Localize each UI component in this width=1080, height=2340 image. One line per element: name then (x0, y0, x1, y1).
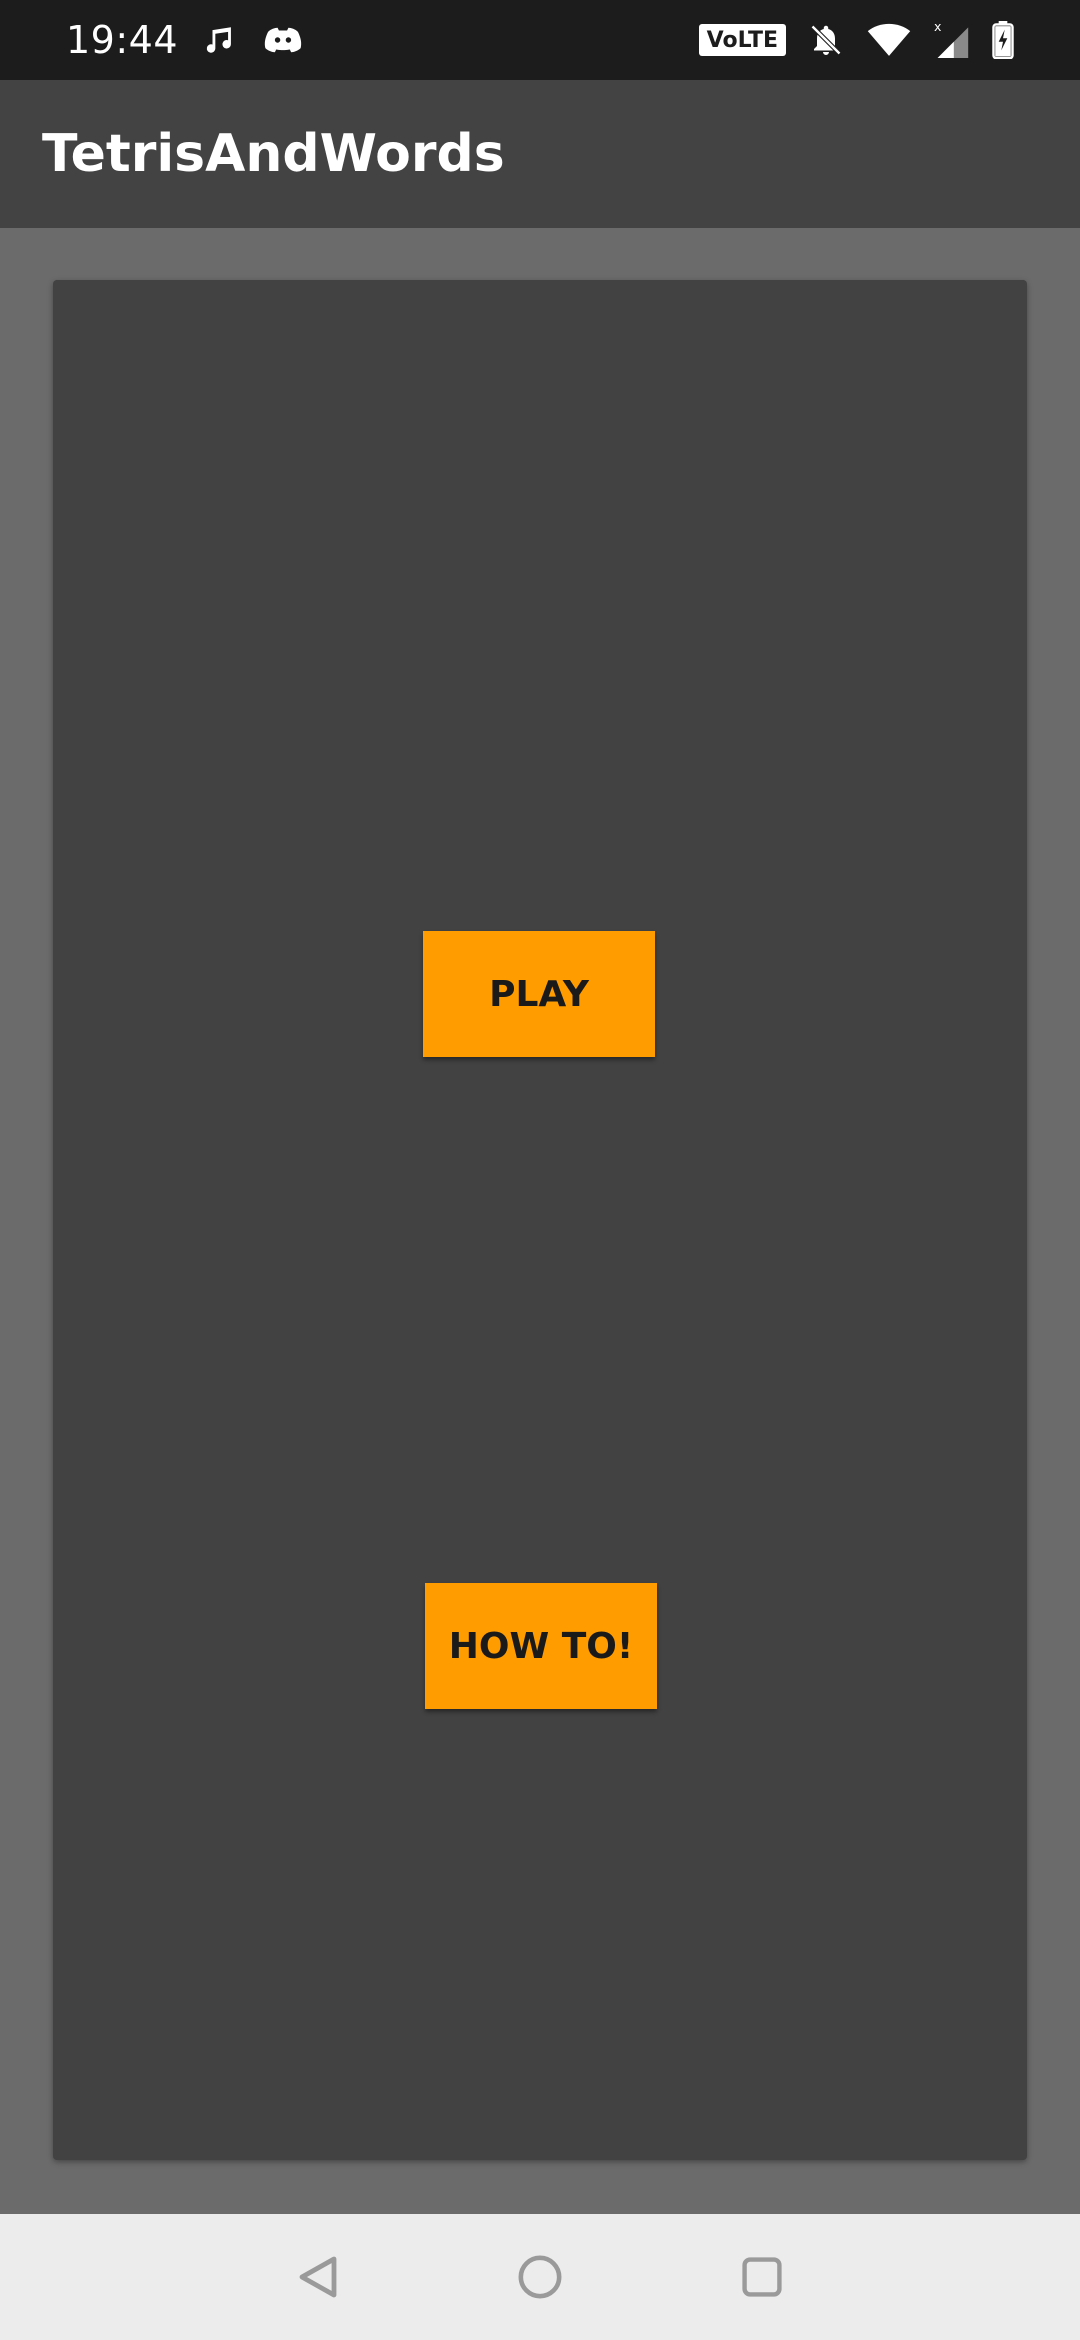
discord-icon (264, 23, 302, 57)
screen: 19:44 VoLTE x TetrisAndWords PLAY HOW TO… (0, 0, 1080, 2340)
volte-badge: VoLTE (698, 24, 786, 56)
cell-signal-icon: x (934, 20, 970, 60)
navigation-bar (0, 2214, 1080, 2340)
main-panel: PLAY HOW TO! (53, 280, 1027, 2160)
status-time: 19:44 (66, 18, 179, 62)
wifi-icon (866, 22, 912, 58)
music-note-icon (204, 23, 238, 57)
app-title: TetrisAndWords (42, 124, 505, 184)
status-right: VoLTE x (698, 20, 1014, 60)
bell-off-icon (808, 22, 844, 58)
status-bar: 19:44 VoLTE x (0, 0, 1080, 80)
home-icon[interactable] (504, 2241, 576, 2313)
play-button[interactable]: PLAY (423, 931, 655, 1057)
how-to-button[interactable]: HOW TO! (425, 1583, 657, 1709)
battery-charging-icon (992, 21, 1014, 59)
svg-text:x: x (934, 20, 942, 34)
back-icon[interactable] (282, 2241, 354, 2313)
recents-icon[interactable] (726, 2241, 798, 2313)
status-left: 19:44 (66, 18, 302, 62)
app-bar: TetrisAndWords (0, 80, 1080, 228)
